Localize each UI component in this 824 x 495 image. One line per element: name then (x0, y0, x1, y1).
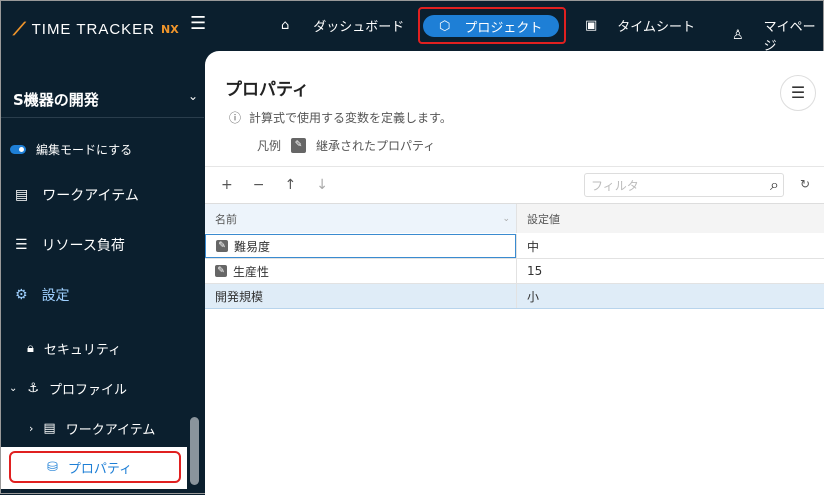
filter-input[interactable]: フィルタ ⌕ (584, 173, 784, 197)
pencil-icon: ✎ (291, 138, 307, 153)
book-icon: ▤ (43, 421, 56, 436)
sidebar-item-security[interactable]: 🔒︎ セキュリティ (27, 339, 121, 358)
sidebar-item-label: セキュリティ (43, 343, 122, 358)
nav-label: タイムシート (617, 20, 696, 35)
cell-name[interactable]: ✎ 難易度 (205, 234, 516, 258)
divider (1, 117, 204, 118)
arrow-down-icon[interactable]: ↓ (316, 177, 328, 193)
logo-suffix: NX (161, 23, 179, 36)
sidebar-item-resource[interactable]: ☰ リソース負荷 (15, 235, 125, 255)
home-icon: ⌂ (281, 18, 290, 33)
arrow-up-icon[interactable]: ↑ (284, 177, 296, 193)
nav-dashboard[interactable]: ⌂ ダッシュボード (281, 16, 404, 35)
nav-label: マイページ (763, 20, 816, 54)
cell-text: 生産性 (233, 264, 270, 279)
cell-value[interactable]: 15 (516, 259, 824, 283)
info-icon: ⓘ (229, 111, 242, 125)
main-panel: プロパティ ☰ ⓘ 計算式で使用する変数を定義します。 凡例 ✎ 継承されたプロパティ… (205, 51, 824, 495)
cell-text: 難易度 (234, 239, 271, 254)
edit-mode-label: 編集モードにする (36, 143, 133, 157)
edit-mode-toggle[interactable]: 編集モードにする (10, 141, 132, 158)
grid-toolbar: + − ↑ ↓ (221, 177, 328, 193)
chevron-down-icon[interactable]: ⌄ (188, 89, 198, 103)
page-title: プロパティ (225, 80, 309, 100)
filter-placeholder: フィルタ (591, 178, 639, 193)
sort-icon[interactable]: ⌄ (502, 214, 510, 224)
nav-project[interactable]: ⬡ プロジェクト (418, 7, 566, 44)
sidebar-item-label: プロファイル (49, 383, 128, 398)
column-header-value[interactable]: 設定値 (516, 204, 824, 233)
cell-text: 15 (527, 264, 543, 278)
sidebar: S機器の開発 ⌄ 編集モードにする ▤ ワークアイテム ☰ リソース負荷 ⚙ 設定 🔒… (1, 51, 204, 495)
user-icon: ♙ (732, 27, 744, 43)
column-label: 名前 (215, 212, 237, 226)
sidebar-item-label: ワークアイテム (42, 188, 139, 204)
nav-label: プロジェクト (464, 20, 543, 36)
cell-text: 中 (527, 239, 540, 254)
top-bar: ⟋ TIME TRACKER NX ☰ ⌂ ダッシュボード ⬡ プロジェクト ▣ タイ… (1, 1, 824, 54)
lock-icon: 🔒︎ (27, 341, 34, 356)
sidebar-item-property[interactable]: ⛁ プロパティ (1, 447, 187, 489)
gear-icon: ⚙ (15, 287, 28, 303)
divider (205, 166, 824, 167)
search-icon[interactable]: ⌕ (770, 175, 783, 195)
project-selector[interactable]: S機器の開発 (13, 89, 99, 110)
grid-header: 名前 ⌄ 設定値 (205, 203, 824, 233)
sidebar-item-label: リソース負荷 (41, 238, 125, 254)
refresh-icon[interactable]: ↻ (800, 177, 810, 191)
hamburger-icon[interactable]: ☰ (190, 13, 206, 34)
cell-value[interactable]: 中 (516, 234, 824, 258)
column-label: 設定値 (527, 212, 560, 226)
sidebar-item-label: ワークアイテム (65, 423, 156, 438)
pencil-icon: ✎ (215, 265, 227, 277)
remove-icon[interactable]: − (253, 177, 265, 193)
cell-name[interactable]: 開発規模 (205, 284, 516, 308)
sidebar-item-label: プロパティ (67, 461, 133, 477)
sidebar-scrollbar[interactable] (190, 417, 199, 485)
database-icon: ⛁ (47, 459, 58, 475)
chevron-down-icon: ⌄ (9, 383, 18, 394)
sidebar-item-label: 設定 (41, 288, 70, 304)
table-row[interactable]: 開発規模 小 (205, 284, 824, 309)
calendar-icon: ▣ (585, 18, 598, 33)
nav-mypage[interactable]: ♙ マイページ (732, 16, 824, 54)
server-icon: ☰ (15, 237, 28, 253)
logo-text: TIME TRACKER (31, 21, 156, 38)
logo[interactable]: ⟋ TIME TRACKER NX (13, 19, 179, 40)
nav-label: ダッシュボード (313, 20, 405, 35)
legend: 凡例 ✎ 継承されたプロパティ (257, 137, 435, 154)
table-row[interactable]: ✎ 難易度 中 (205, 234, 824, 259)
menu-button[interactable]: ☰ (780, 75, 816, 111)
cell-name[interactable]: ✎ 生産性 (205, 259, 516, 283)
chevron-right-icon: › (29, 422, 34, 435)
column-header-name[interactable]: 名前 ⌄ (205, 204, 516, 233)
cube-icon: ⬡ (439, 18, 451, 34)
sidebar-item-profile-workitem[interactable]: › ▤ ワークアイテム (29, 419, 155, 438)
pencil-icon: ✎ (216, 240, 228, 252)
cell-text: 小 (527, 289, 540, 304)
toggle-switch[interactable] (10, 145, 26, 154)
book-icon: ▤ (15, 187, 29, 203)
description: ⓘ 計算式で使用する変数を定義します。 (229, 109, 452, 126)
project-name: S機器の開発 (13, 91, 99, 109)
sidebar-item-profile[interactable]: ⌄ ⚓ プロファイル (9, 379, 127, 398)
description-text: 計算式で使用する変数を定義します。 (249, 111, 452, 125)
cell-text: 開発規模 (215, 289, 264, 304)
legend-item: 継承されたプロパティ (316, 139, 436, 153)
add-icon[interactable]: + (221, 177, 233, 193)
cell-value[interactable]: 小 (516, 284, 824, 308)
nav-timesheet[interactable]: ▣ タイムシート (585, 16, 695, 35)
table-row[interactable]: ✎ 生産性 15 (205, 259, 824, 284)
logo-icon: ⟋ (13, 19, 26, 40)
profile-icon: ⚓ (27, 381, 40, 396)
sidebar-item-settings[interactable]: ⚙ 設定 (15, 285, 70, 305)
sidebar-item-workitem[interactable]: ▤ ワークアイテム (15, 185, 139, 205)
legend-label: 凡例 (257, 139, 282, 153)
